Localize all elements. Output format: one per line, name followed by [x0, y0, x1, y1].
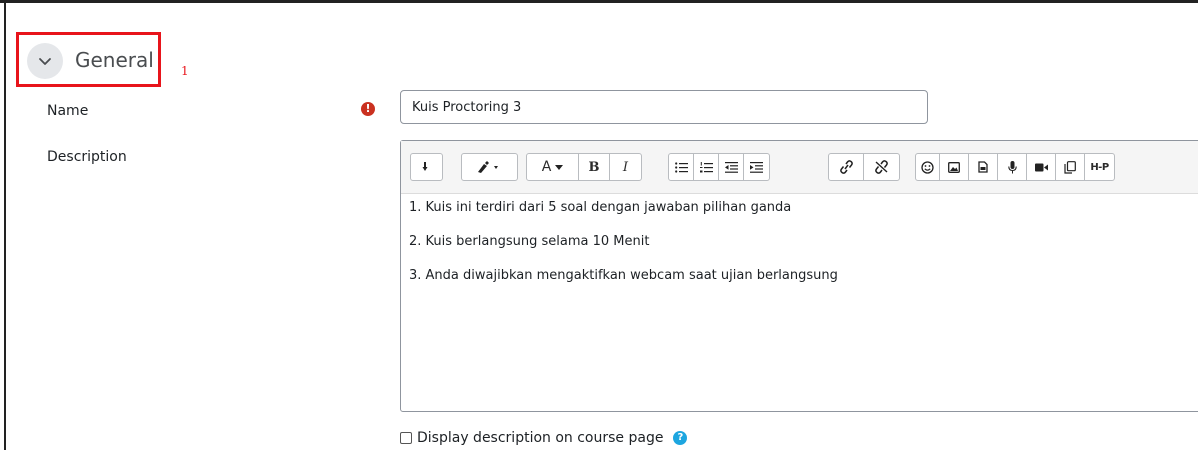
indent-icon [750, 161, 763, 173]
unordered-list-button[interactable] [669, 154, 694, 180]
toolbar-group-media: H-P [915, 153, 1115, 181]
toolbar-group-style [461, 153, 518, 181]
window-border-top [0, 0, 1198, 3]
italic-button[interactable]: I [610, 154, 641, 180]
record-audio-icon [1007, 160, 1017, 173]
annotation-highlight-box [16, 32, 161, 87]
toolbar-group-text: A B I [526, 153, 642, 181]
toolbar-group-collapse [410, 153, 443, 181]
record-video-icon [1034, 163, 1048, 171]
description-editor[interactable]: A B I H-P 1. Kuis ini terdiri dari 5 soa… [400, 140, 1198, 412]
ordered-list-icon [699, 161, 713, 172]
bold-button[interactable]: B [579, 154, 610, 180]
unlink-icon [875, 160, 888, 174]
description-label: Description [47, 149, 127, 165]
emoji-button[interactable] [916, 154, 940, 180]
display-description-label[interactable]: Display description on course page [417, 430, 663, 446]
required-icon: ! [361, 102, 375, 116]
toolbar-group-links [828, 153, 900, 181]
link-button[interactable] [829, 154, 864, 180]
unlink-button[interactable] [864, 154, 899, 180]
collapse-icon [422, 162, 427, 171]
outdent-icon [724, 161, 738, 173]
indent-button[interactable] [744, 154, 769, 180]
text-color-icon [477, 161, 498, 173]
insert-image-button[interactable] [940, 154, 969, 180]
insert-h5p-button[interactable]: H-P [1085, 154, 1114, 180]
editor-toolbar: A B I H-P [401, 141, 1198, 194]
link-icon [839, 160, 853, 174]
description-line: 1. Kuis ini terdiri dari 5 soal dengan j… [409, 200, 792, 215]
description-line: 2. Kuis berlangsung selama 10 Menit [409, 234, 650, 249]
h5p-icon: H-P [1090, 161, 1109, 173]
media-file-icon [978, 161, 988, 173]
caret-down-icon [555, 164, 564, 170]
bold-icon: B [588, 159, 600, 175]
italic-icon: I [622, 159, 629, 175]
window-border-left [4, 0, 6, 450]
font-style-icon: A [541, 159, 552, 175]
manage-files-icon [1064, 160, 1076, 174]
unordered-list-icon [674, 161, 688, 173]
text-color-button[interactable] [462, 154, 517, 180]
toolbar-collapse-button[interactable] [411, 154, 442, 180]
display-description-checkbox[interactable] [400, 432, 412, 444]
editor-content[interactable]: 1. Kuis ini terdiri dari 5 soal dengan j… [401, 199, 1198, 301]
toolbar-group-lists [668, 153, 770, 181]
record-audio-button[interactable] [998, 154, 1027, 180]
display-description-row: Display description on course page ? [400, 430, 688, 446]
help-icon[interactable]: ? [673, 431, 688, 445]
record-video-button[interactable] [1027, 154, 1056, 180]
annotation-number: 1 [181, 64, 189, 78]
ordered-list-button[interactable] [694, 154, 719, 180]
emoji-icon [921, 160, 934, 174]
name-input[interactable] [400, 90, 928, 124]
image-icon [948, 161, 960, 173]
insert-media-button[interactable] [969, 154, 998, 180]
font-style-button[interactable]: A [527, 154, 579, 180]
manage-files-button[interactable] [1056, 154, 1085, 180]
name-label: Name [47, 103, 89, 119]
description-line: 3. Anda diwajibkan mengaktifkan webcam s… [409, 268, 838, 283]
outdent-button[interactable] [719, 154, 744, 180]
